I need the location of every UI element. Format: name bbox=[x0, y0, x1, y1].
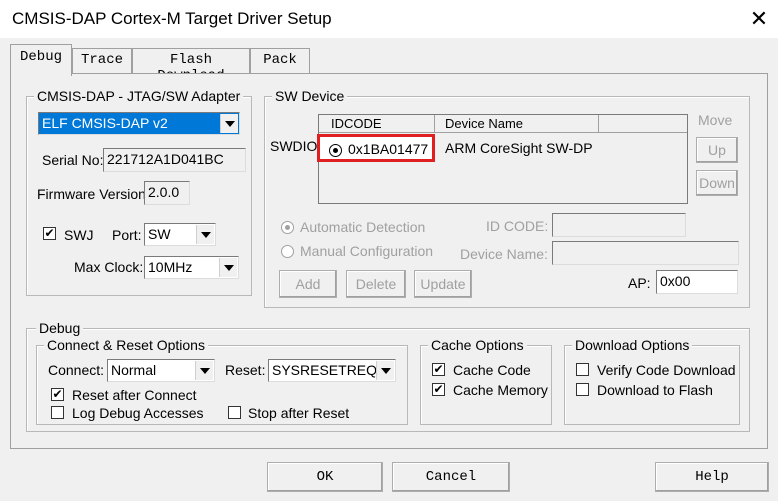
port-select-value: SW bbox=[148, 226, 171, 242]
port-label: Port: bbox=[112, 227, 142, 243]
ap-field[interactable]: 0x00 bbox=[656, 270, 738, 294]
connect-reset-group-label: Connect & Reset Options bbox=[44, 337, 208, 353]
chevron-down-icon[interactable] bbox=[196, 225, 214, 244]
download-flash-checkbox[interactable] bbox=[576, 383, 589, 396]
log-debug-checkbox[interactable] bbox=[51, 406, 64, 419]
device-name-field bbox=[552, 241, 739, 265]
update-button[interactable]: Update bbox=[414, 270, 472, 298]
auto-detect-label: Automatic Detection bbox=[300, 219, 426, 235]
swdio-label: SWDIO bbox=[270, 138, 318, 154]
id-code-label: ID CODE: bbox=[486, 218, 549, 234]
row-device-name: ARM CoreSight SW-DP bbox=[445, 140, 593, 156]
firmware-field: 2.0.0 bbox=[144, 181, 190, 205]
cache-options-label: Cache Options bbox=[428, 337, 527, 353]
sw-device-group-label: SW Device bbox=[272, 88, 348, 104]
close-icon[interactable]: ✕ bbox=[746, 6, 772, 32]
row-idcode: 0x1BA01477 bbox=[348, 141, 429, 157]
chevron-down-icon[interactable] bbox=[220, 114, 238, 133]
log-debug-label: Log Debug Accesses bbox=[72, 405, 204, 421]
max-clock-label: Max Clock: bbox=[74, 259, 144, 275]
adapter-group-label: CMSIS-DAP - JTAG/SW Adapter bbox=[34, 88, 244, 104]
verify-code-label: Verify Code Download bbox=[597, 362, 736, 378]
serial-field: 221712A1D041BC bbox=[103, 148, 246, 172]
add-button[interactable]: Add bbox=[279, 270, 337, 298]
chevron-down-icon[interactable] bbox=[195, 361, 213, 380]
reset-label: Reset: bbox=[225, 362, 266, 378]
cache-code-label: Cache Code bbox=[453, 362, 531, 378]
idcode-highlight[interactable]: 0x1BA01477 bbox=[317, 134, 435, 162]
stop-after-reset-label: Stop after Reset bbox=[248, 405, 350, 421]
max-clock-value: 10MHz bbox=[148, 259, 193, 275]
reset-after-connect-label: Reset after Connect bbox=[72, 387, 197, 403]
move-label: Move bbox=[698, 112, 733, 128]
ap-label: AP: bbox=[628, 275, 651, 291]
max-clock-select[interactable]: 10MHz bbox=[144, 256, 239, 279]
reset-select[interactable]: SYSRESETREQ bbox=[268, 359, 396, 382]
tab-flash-download[interactable]: Flash Download bbox=[132, 48, 250, 84]
cancel-button[interactable]: Cancel bbox=[392, 462, 510, 492]
manual-config-label: Manual Configuration bbox=[300, 243, 434, 259]
id-code-field bbox=[552, 213, 686, 237]
chevron-down-icon[interactable] bbox=[376, 361, 394, 380]
radio-dot bbox=[333, 148, 338, 153]
adapter-select[interactable]: ELF CMSIS-DAP v2 bbox=[38, 112, 240, 135]
col-idcode-header[interactable]: IDCODE bbox=[319, 115, 435, 133]
adapter-select-value: ELF CMSIS-DAP v2 bbox=[42, 115, 168, 131]
serial-label: Serial No: bbox=[42, 152, 104, 168]
reset-select-value: SYSRESETREQ bbox=[272, 362, 378, 378]
firmware-label: Firmware Version: bbox=[37, 186, 150, 202]
col-device-header[interactable]: Device Name bbox=[435, 115, 599, 133]
cache-memory-checkbox[interactable]: ✔ bbox=[432, 383, 445, 396]
move-down-button[interactable]: Down bbox=[696, 170, 738, 196]
verify-code-checkbox[interactable] bbox=[576, 363, 589, 376]
manual-config-radio[interactable] bbox=[281, 245, 294, 258]
device-name-label: Device Name: bbox=[460, 246, 548, 262]
swj-label: SWJ bbox=[64, 227, 94, 243]
window-title: CMSIS-DAP Cortex-M Target Driver Setup bbox=[12, 9, 332, 28]
reset-after-connect-checkbox[interactable]: ✔ bbox=[51, 388, 64, 401]
swj-checkbox[interactable]: ✔ bbox=[43, 227, 56, 240]
cache-memory-label: Cache Memory bbox=[453, 382, 548, 398]
connect-label: Connect: bbox=[48, 362, 105, 378]
stop-after-reset-checkbox[interactable] bbox=[228, 406, 241, 419]
debug-group-label: Debug bbox=[36, 320, 84, 336]
auto-detect-radio[interactable] bbox=[281, 221, 294, 234]
connect-select-value: Normal bbox=[111, 362, 157, 378]
ok-button[interactable]: OK bbox=[267, 462, 383, 492]
port-select[interactable]: SW bbox=[144, 223, 216, 246]
move-up-button[interactable]: Up bbox=[696, 137, 738, 163]
tab-pack[interactable]: Pack bbox=[250, 48, 310, 74]
download-options-label: Download Options bbox=[572, 337, 693, 353]
row-radio-icon[interactable] bbox=[329, 144, 342, 157]
connect-select[interactable]: Normal bbox=[107, 359, 215, 382]
chevron-down-icon[interactable] bbox=[219, 258, 237, 277]
tab-debug[interactable]: Debug bbox=[10, 44, 72, 76]
tab-trace[interactable]: Trace bbox=[72, 48, 132, 74]
delete-button[interactable]: Delete bbox=[346, 270, 406, 298]
download-flash-label: Download to Flash bbox=[597, 382, 713, 398]
cache-code-checkbox[interactable]: ✔ bbox=[432, 363, 445, 376]
help-button[interactable]: Help bbox=[655, 462, 769, 492]
